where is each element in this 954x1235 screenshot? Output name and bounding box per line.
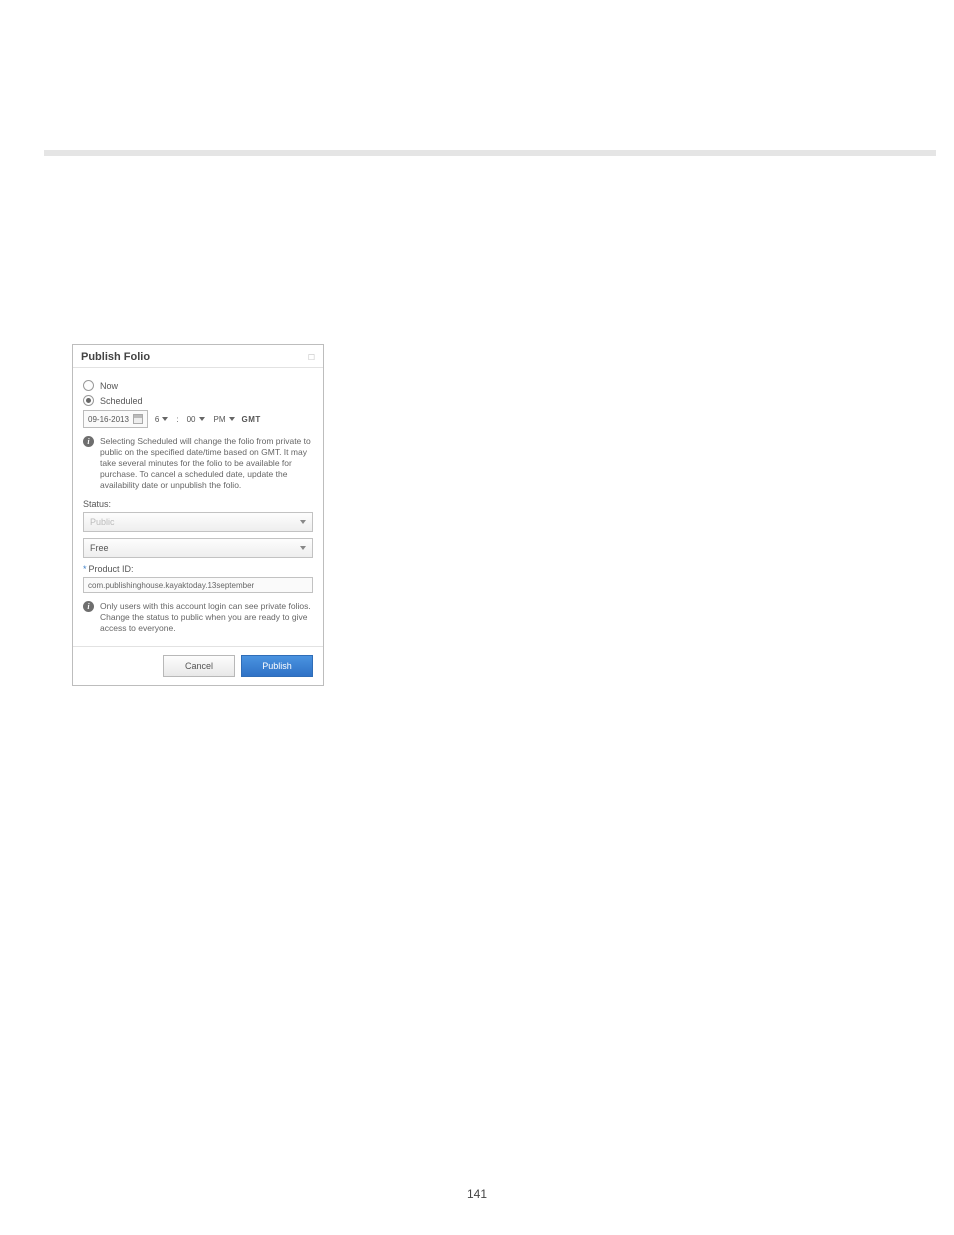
radio-scheduled-row[interactable]: Scheduled: [83, 395, 313, 406]
radio-now-row[interactable]: Now: [83, 380, 313, 391]
date-value: 09-16-2013: [88, 415, 129, 424]
date-input[interactable]: 09-16-2013: [83, 410, 148, 428]
info-icon: i: [83, 601, 94, 612]
minute-value: 00: [187, 415, 196, 424]
product-id-label: *Product ID:: [83, 564, 313, 574]
schedule-controls: 09-16-2013 6 : 00 PM GMT: [83, 410, 313, 428]
dialog-footer: Cancel Publish: [73, 646, 323, 685]
private-info-text: Only users with this account login can s…: [100, 601, 313, 634]
status-label: Status:: [83, 499, 313, 509]
radio-icon[interactable]: [83, 395, 94, 406]
header-divider: [44, 150, 936, 156]
status-value: Public: [90, 517, 115, 527]
dialog-body: Now Scheduled 09-16-2013 6 : 00: [73, 368, 323, 646]
page-number: 141: [0, 1187, 954, 1201]
price-select[interactable]: Free: [83, 538, 313, 558]
chevron-down-icon: [300, 546, 306, 550]
scheduled-info: i Selecting Scheduled will change the fo…: [83, 436, 313, 491]
hour-value: 6: [155, 415, 159, 424]
scheduled-info-text: Selecting Scheduled will change the foli…: [100, 436, 313, 491]
product-id-label-text: Product ID:: [89, 564, 134, 574]
calendar-icon[interactable]: [133, 414, 143, 424]
status-select[interactable]: Public: [83, 512, 313, 532]
radio-now-label: Now: [100, 381, 118, 391]
chevron-down-icon: [199, 417, 205, 421]
chevron-down-icon: [300, 520, 306, 524]
price-value: Free: [90, 543, 109, 553]
chevron-down-icon: [229, 417, 235, 421]
close-icon[interactable]: ☐: [308, 353, 315, 362]
product-id-value: com.publishinghouse.kayaktoday.13septemb…: [88, 581, 254, 590]
info-icon: i: [83, 436, 94, 447]
page: Publish Folio ☐ Now Scheduled 09-16-2013…: [0, 0, 954, 1235]
ampm-value: PM: [214, 415, 226, 424]
dialog-titlebar: Publish Folio ☐: [73, 345, 323, 368]
publish-folio-dialog: Publish Folio ☐ Now Scheduled 09-16-2013…: [72, 344, 324, 686]
dialog-title: Publish Folio: [81, 351, 150, 363]
ampm-select[interactable]: PM: [212, 415, 237, 424]
time-colon: :: [175, 415, 179, 424]
publish-button[interactable]: Publish: [241, 655, 313, 677]
private-info: i Only users with this account login can…: [83, 601, 313, 634]
timezone-label: GMT: [242, 415, 261, 424]
required-marker: *: [83, 564, 87, 574]
radio-icon[interactable]: [83, 380, 94, 391]
hour-select[interactable]: 6: [153, 415, 170, 424]
minute-select[interactable]: 00: [185, 415, 207, 424]
radio-scheduled-label: Scheduled: [100, 396, 143, 406]
cancel-button[interactable]: Cancel: [163, 655, 235, 677]
product-id-input[interactable]: com.publishinghouse.kayaktoday.13septemb…: [83, 577, 313, 593]
chevron-down-icon: [162, 417, 168, 421]
